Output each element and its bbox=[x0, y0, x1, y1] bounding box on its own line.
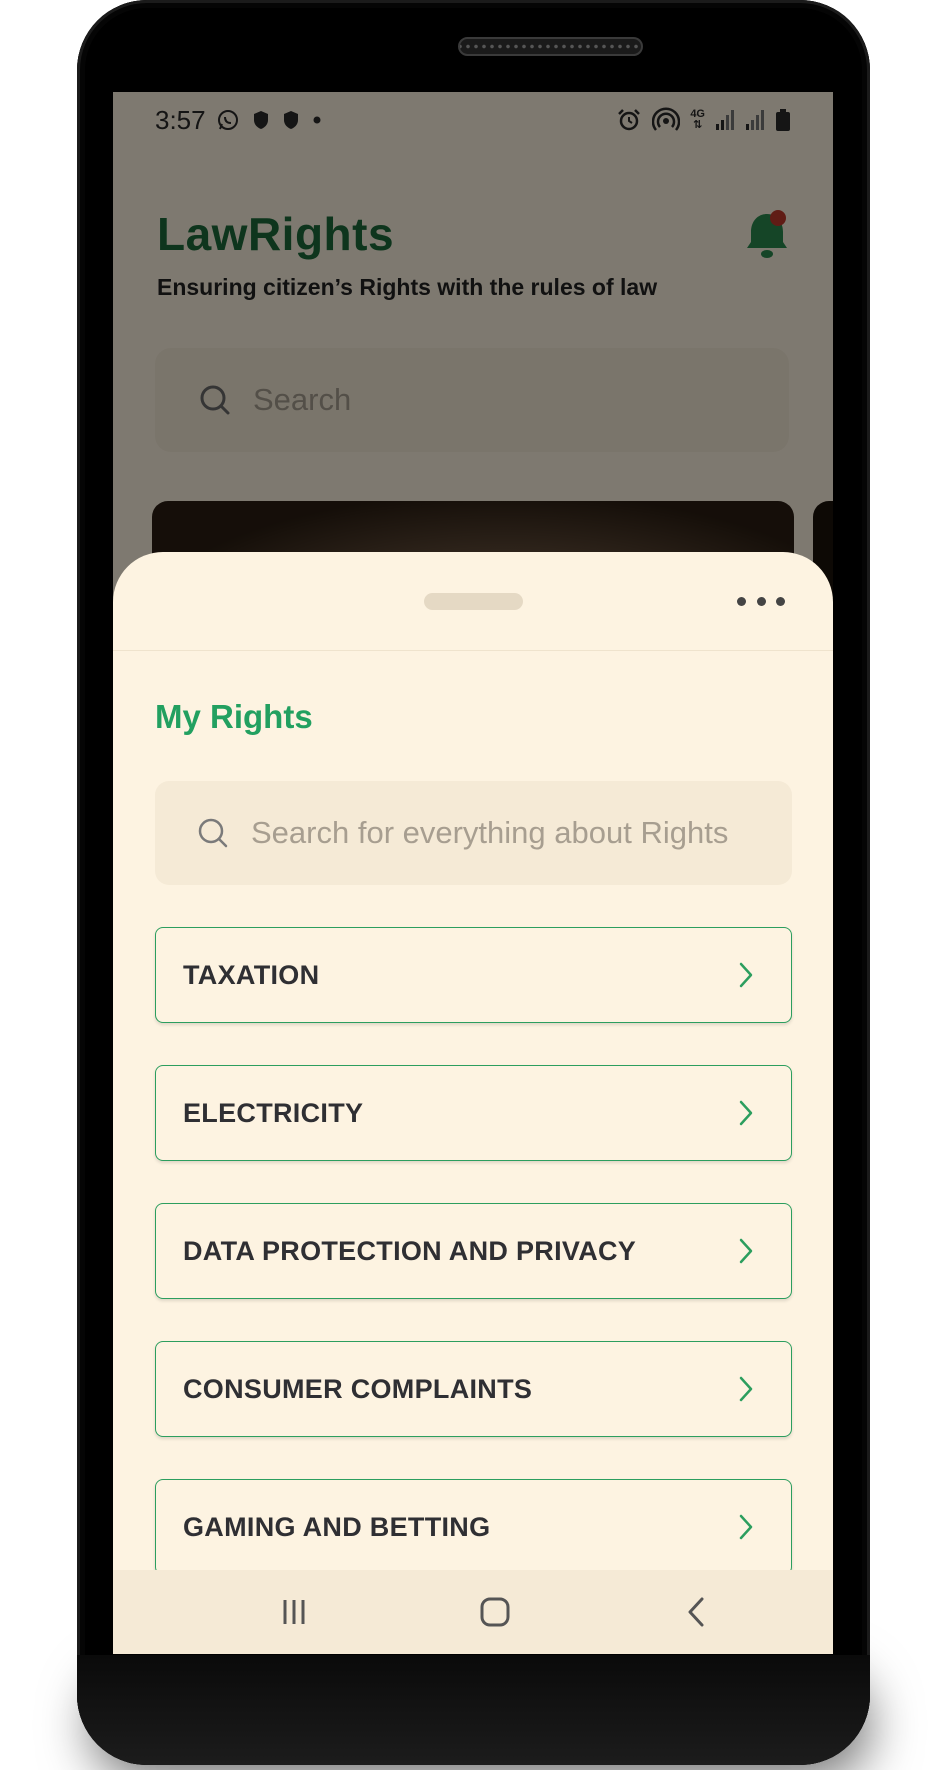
system-navigation-bar bbox=[113, 1570, 833, 1654]
chevron-right-icon bbox=[739, 1100, 753, 1126]
home-icon bbox=[480, 1597, 510, 1627]
rights-item-label: CONSUMER COMPLAINTS bbox=[183, 1373, 533, 1404]
chevron-right-icon bbox=[739, 1238, 753, 1264]
more-dot bbox=[776, 596, 785, 606]
recent-apps-button[interactable] bbox=[269, 1590, 319, 1634]
more-options-button[interactable] bbox=[733, 586, 789, 616]
rights-item-data-protection[interactable]: DATA PROTECTION AND PRIVACY bbox=[155, 1203, 792, 1299]
rights-search-bar[interactable] bbox=[155, 781, 792, 885]
device-screen: 3:57 bbox=[113, 92, 833, 1654]
rights-item-label: TAXATION bbox=[183, 959, 320, 990]
search-icon bbox=[198, 818, 228, 848]
back-icon bbox=[688, 1597, 704, 1627]
chevron-right-icon bbox=[739, 1376, 753, 1402]
chevron-right-icon bbox=[739, 962, 753, 988]
sheet-divider bbox=[113, 650, 833, 651]
back-button[interactable] bbox=[671, 1590, 721, 1634]
rights-item-label: DATA PROTECTION AND PRIVACY bbox=[183, 1235, 637, 1266]
more-dot bbox=[737, 596, 746, 606]
rights-item-electricity[interactable]: ELECTRICITY bbox=[155, 1065, 792, 1161]
rights-search-input[interactable] bbox=[251, 815, 771, 851]
my-rights-bottom-sheet: My Rights TAXATION ELECTRICITY DATA PROT… bbox=[113, 552, 833, 1654]
recent-apps-icon bbox=[283, 1600, 305, 1624]
rights-item-label: GAMING AND BETTING bbox=[183, 1511, 491, 1542]
sheet-title: My Rights bbox=[155, 698, 313, 735]
rights-item-taxation[interactable]: TAXATION bbox=[155, 927, 792, 1023]
rights-item-consumer-complaints[interactable]: CONSUMER COMPLAINTS bbox=[155, 1341, 792, 1437]
phone-speaker bbox=[458, 37, 643, 56]
rights-item-gaming-betting[interactable]: GAMING AND BETTING bbox=[155, 1479, 792, 1575]
chevron-right-icon bbox=[739, 1514, 753, 1540]
more-dot bbox=[756, 596, 766, 606]
rights-item-label: ELECTRICITY bbox=[183, 1097, 364, 1128]
home-button[interactable] bbox=[470, 1590, 520, 1634]
sheet-drag-handle[interactable] bbox=[424, 593, 523, 610]
rights-list: TAXATION ELECTRICITY DATA PROTECTION AND… bbox=[155, 927, 792, 1617]
